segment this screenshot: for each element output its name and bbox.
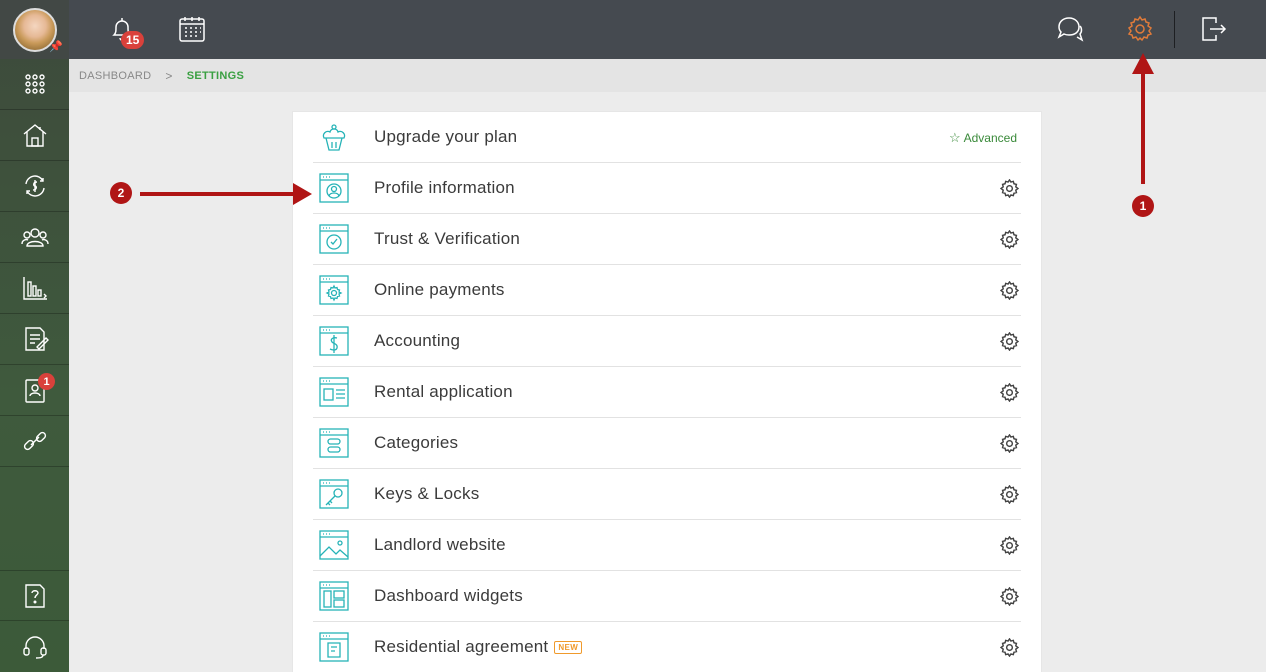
gear-icon[interactable]: [999, 484, 1020, 505]
settings-label: Rental application: [374, 382, 513, 401]
settings-label: Landlord website: [374, 535, 506, 554]
dollar-icon: [319, 325, 349, 357]
sidebar-item-support[interactable]: [0, 621, 69, 672]
gear-icon[interactable]: [999, 382, 1020, 403]
pin-icon[interactable]: 📌: [49, 40, 63, 53]
help-icon: [24, 583, 45, 608]
application-icon: [319, 376, 349, 408]
sidebar-item-payments[interactable]: [0, 161, 69, 212]
annotation-step-1: 1: [1132, 195, 1154, 217]
gear-icon: [1127, 15, 1153, 42]
settings-label: Upgrade your plan: [374, 127, 518, 146]
settings-row-profile[interactable]: Profile information: [313, 163, 1021, 214]
leases-icon: [24, 327, 49, 351]
website-icon: [319, 529, 349, 561]
support-icon: [22, 635, 47, 659]
categories-icon: [319, 427, 349, 459]
settings-label: Residential agreement: [374, 637, 549, 656]
sidebar-item-properties[interactable]: [0, 110, 69, 161]
sidebar-item-reports[interactable]: [0, 263, 69, 314]
apps-grid-icon: [24, 74, 45, 94]
breadcrumb-settings: SETTINGS: [186, 69, 245, 82]
settings-row-dashboard-widgets[interactable]: Dashboard widgets: [313, 571, 1021, 622]
settings-button[interactable]: [1125, 14, 1155, 44]
gear-icon[interactable]: [999, 331, 1020, 352]
links-icon: [23, 431, 46, 451]
sidebar-item-leases[interactable]: [0, 314, 69, 365]
settings-label: Online payments: [374, 280, 505, 299]
settings-label: Categories: [374, 433, 459, 452]
sidebar-item-help[interactable]: [0, 570, 69, 621]
cupcake-icon: [319, 121, 349, 153]
star-icon: ☆: [948, 130, 961, 145]
reports-icon: [22, 277, 47, 300]
payments-settings-icon: [319, 274, 349, 306]
settings-row-rental-application[interactable]: Rental application: [313, 367, 1021, 418]
gear-icon[interactable]: [999, 178, 1020, 199]
calendar-icon: [179, 17, 205, 42]
tenants-icon: [20, 228, 49, 247]
settings-row-landlord-website[interactable]: Landlord website: [313, 520, 1021, 571]
notifications-badge: 15: [121, 31, 145, 49]
settings-card: Upgrade your plan ☆ Advanced Profile inf…: [292, 111, 1042, 672]
applicants-badge: 1: [38, 373, 55, 390]
breadcrumb-separator: >: [165, 68, 173, 83]
agreement-icon: [319, 631, 349, 663]
calendar-button[interactable]: [177, 14, 207, 44]
breadcrumb: DASHBOARD > SETTINGS: [69, 59, 1266, 92]
profile-icon: [319, 172, 349, 204]
messages-button[interactable]: [1055, 14, 1085, 44]
settings-label: Accounting: [374, 331, 461, 350]
plan-label: Advanced: [963, 131, 1017, 145]
sidebar-item-apps[interactable]: [0, 59, 69, 110]
gear-icon[interactable]: [999, 433, 1020, 454]
gear-icon[interactable]: [999, 229, 1020, 250]
plan-badge[interactable]: ☆ Advanced: [949, 130, 1017, 146]
settings-row-upgrade-plan[interactable]: Upgrade your plan ☆ Advanced: [313, 112, 1021, 163]
gear-icon[interactable]: [999, 637, 1020, 658]
settings-label: Profile information: [374, 178, 515, 197]
settings-label: Keys & Locks: [374, 484, 480, 503]
sidebar-item-applicants[interactable]: 1: [0, 365, 69, 416]
breadcrumb-dashboard[interactable]: DASHBOARD: [79, 70, 151, 82]
chat-icon: [1057, 17, 1084, 42]
annotation-step-2: 2: [110, 182, 132, 204]
settings-row-residential-agreement[interactable]: Residential agreement NEW: [313, 622, 1021, 672]
settings-row-categories[interactable]: Categories: [313, 418, 1021, 469]
verification-icon: [319, 223, 349, 255]
settings-row-online-payments[interactable]: Online payments: [313, 265, 1021, 316]
topbar-divider: [1174, 11, 1175, 48]
sidebar-item-tenants[interactable]: [0, 212, 69, 263]
gear-icon[interactable]: [999, 535, 1020, 556]
sidebar-item-links[interactable]: [0, 416, 69, 467]
avatar[interactable]: 📌: [0, 0, 69, 59]
settings-row-accounting[interactable]: Accounting: [313, 316, 1021, 367]
payments-icon: [24, 175, 45, 197]
logout-icon: [1202, 17, 1227, 41]
settings-row-keys-locks[interactable]: Keys & Locks: [313, 469, 1021, 520]
key-icon: [319, 478, 349, 510]
top-bar: 15: [69, 0, 1266, 59]
settings-row-trust-verification[interactable]: Trust & Verification: [313, 214, 1021, 265]
logout-button[interactable]: [1198, 14, 1228, 44]
gear-icon[interactable]: [999, 586, 1020, 607]
new-badge: NEW: [554, 640, 583, 654]
widgets-icon: [319, 580, 349, 612]
settings-label: Dashboard widgets: [374, 586, 523, 605]
gear-icon[interactable]: [999, 280, 1020, 301]
properties-icon: [23, 124, 46, 147]
settings-label: Trust & Verification: [374, 229, 521, 248]
sidebar: 📌 1: [0, 0, 69, 672]
